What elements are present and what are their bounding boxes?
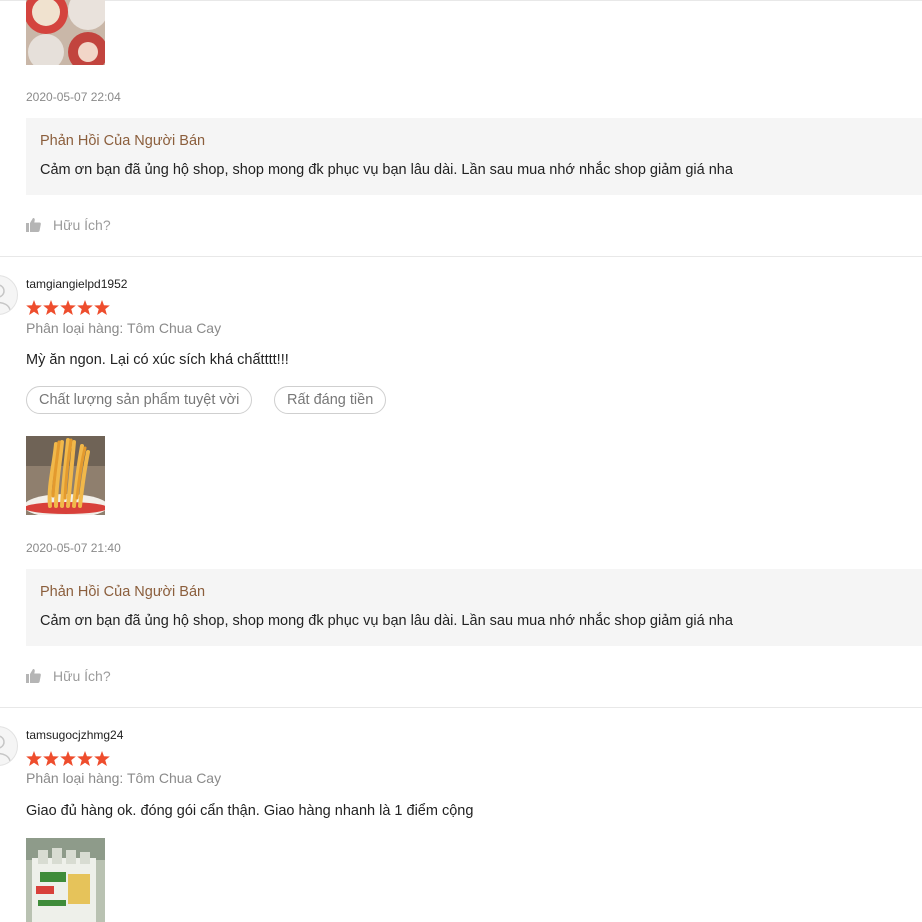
star-icon bbox=[26, 751, 42, 766]
review-comment: Giao đủ hàng ok. đóng gói cẩn thận. Giao… bbox=[26, 803, 474, 819]
star-icon bbox=[94, 751, 110, 766]
review-date: 2020-05-07 21:40 bbox=[26, 541, 121, 555]
helpful-label: Hữu Ích? bbox=[53, 217, 111, 233]
product-variant: Phân loại hàng: Tôm Chua Cay bbox=[26, 770, 222, 786]
helpful-button[interactable]: Hữu Ích? bbox=[26, 217, 111, 233]
product-variant: Phân loại hàng: Tôm Chua Cay bbox=[26, 320, 222, 336]
user-avatar-icon[interactable] bbox=[0, 275, 18, 315]
review-divider bbox=[0, 0, 922, 1]
star-icon bbox=[60, 300, 76, 315]
review-divider bbox=[0, 707, 922, 708]
helpful-button[interactable]: Hữu Ích? bbox=[26, 668, 111, 684]
seller-reply: Phản Hồi Của Người Bán Cảm ơn bạn đã ủng… bbox=[26, 569, 922, 646]
review-date: 2020-05-07 22:04 bbox=[26, 90, 121, 104]
rating-stars bbox=[26, 300, 110, 315]
review-tag: Rất đáng tiền bbox=[274, 386, 387, 414]
rating-stars bbox=[26, 751, 110, 766]
thumbs-up-icon bbox=[26, 669, 41, 683]
review-photo-thumbnail[interactable] bbox=[26, 436, 105, 515]
seller-reply-text: Cảm ơn bạn đã ủng hộ shop, shop mong đk … bbox=[40, 162, 733, 178]
star-icon bbox=[77, 300, 93, 315]
review-photo-thumbnail[interactable] bbox=[26, 0, 105, 65]
star-icon bbox=[43, 300, 59, 315]
star-icon bbox=[26, 300, 42, 315]
star-icon bbox=[94, 300, 110, 315]
star-icon bbox=[60, 751, 76, 766]
reviewer-username[interactable]: tamsugocjzhmg24 bbox=[26, 728, 123, 742]
seller-reply-title: Phản Hồi Của Người Bán bbox=[40, 584, 206, 600]
star-icon bbox=[43, 751, 59, 766]
seller-reply-title: Phản Hồi Của Người Bán bbox=[40, 133, 206, 149]
reviewer-username[interactable]: tamgiangielpd1952 bbox=[26, 277, 127, 291]
user-avatar-icon[interactable] bbox=[0, 726, 18, 766]
helpful-label: Hữu Ích? bbox=[53, 668, 111, 684]
thumbs-up-icon bbox=[26, 218, 41, 232]
review-tag: Chất lượng sản phẩm tuyệt vời bbox=[26, 386, 253, 414]
seller-reply: Phản Hồi Của Người Bán Cảm ơn bạn đã ủng… bbox=[26, 118, 922, 195]
review-photo-thumbnail[interactable] bbox=[26, 838, 105, 922]
review-divider bbox=[0, 256, 922, 257]
review-comment: Mỳ ăn ngon. Lại có xúc sích khá chấtttt!… bbox=[26, 352, 289, 368]
seller-reply-text: Cảm ơn bạn đã ủng hộ shop, shop mong đk … bbox=[40, 613, 733, 629]
star-icon bbox=[77, 751, 93, 766]
